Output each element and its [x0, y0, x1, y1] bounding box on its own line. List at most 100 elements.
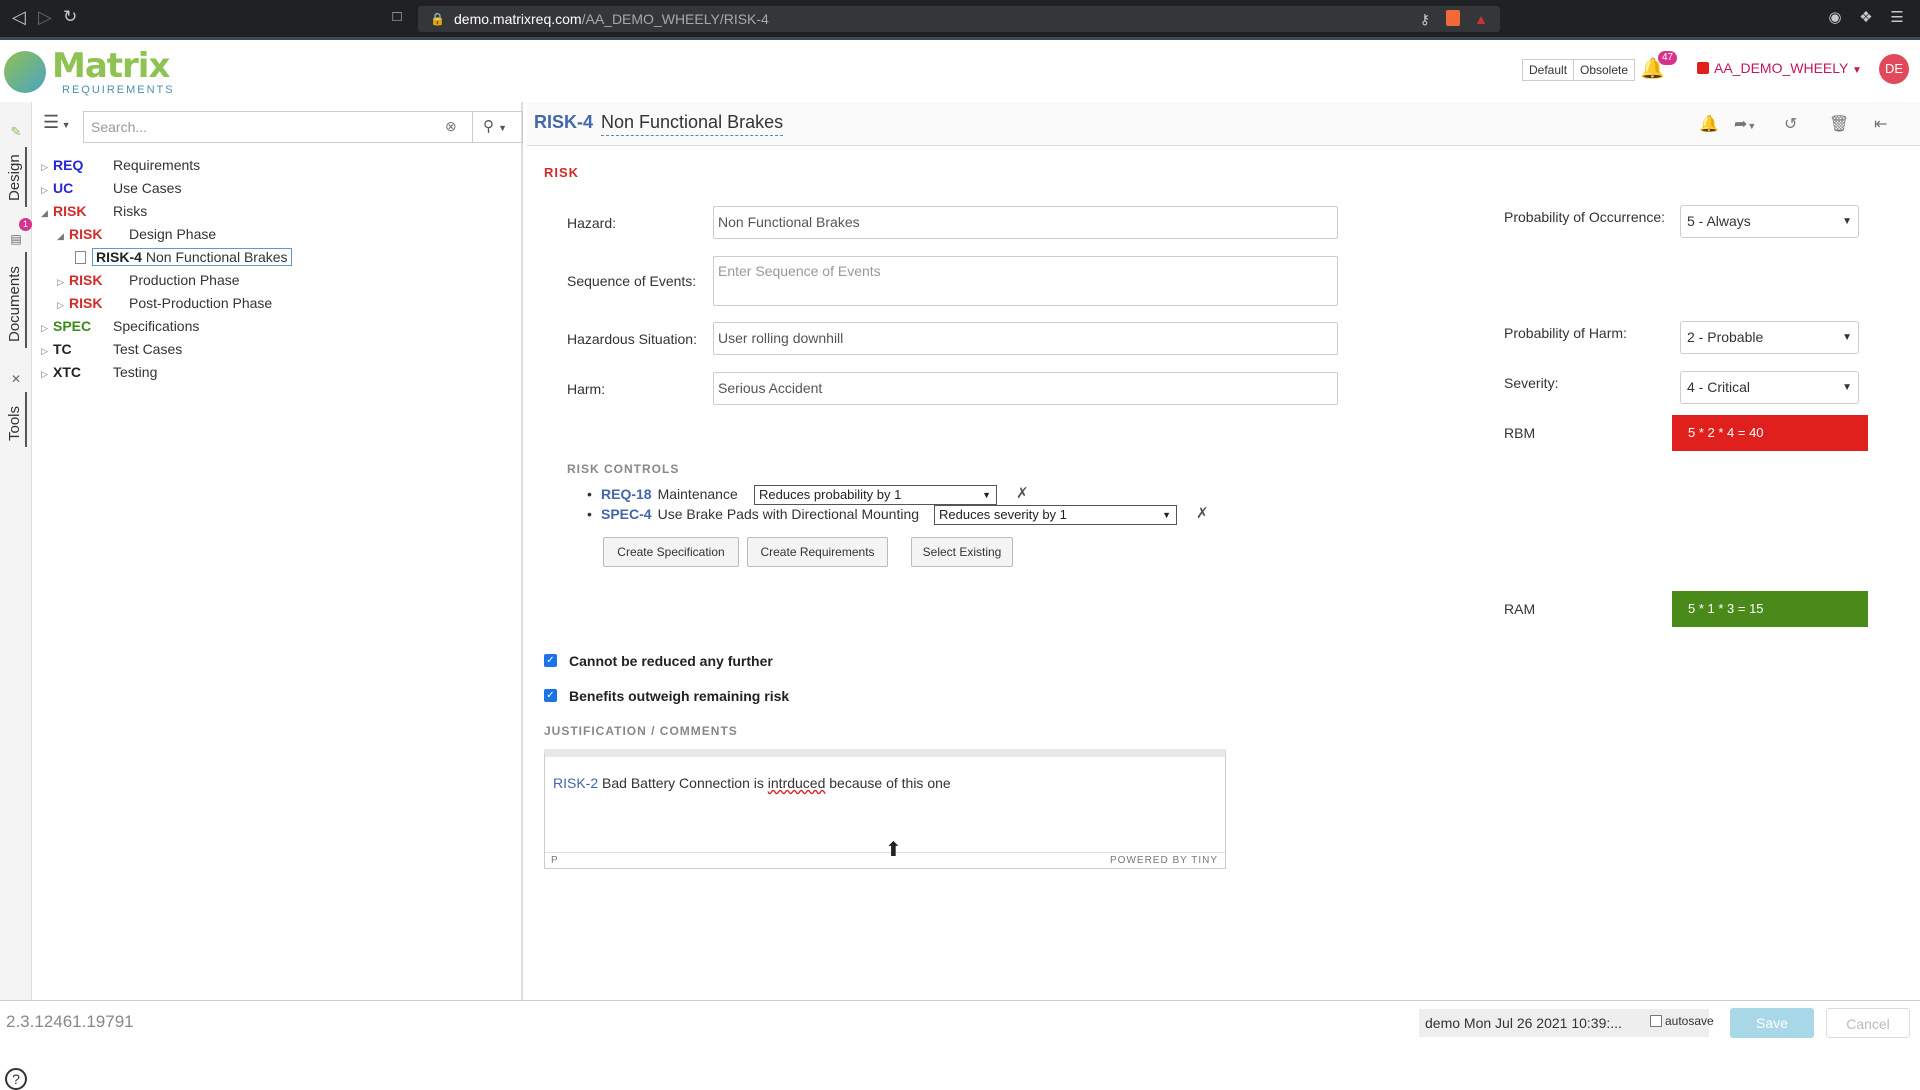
chevron-down-icon: ▼: [1162, 510, 1171, 520]
delete-icon[interactable]: 🗑: [1829, 114, 1849, 134]
project-color-icon: [1697, 62, 1709, 74]
lock-icon: 🔒: [430, 12, 445, 26]
watch-bell-icon[interactable]: 🔔: [1699, 114, 1719, 134]
unlink-icon[interactable]: ✗: [1016, 484, 1029, 502]
tree-item-post-production-phase[interactable]: ▷ RISK Post-Production Phase: [57, 292, 272, 314]
documents-badge: 1: [19, 218, 32, 231]
project-selector[interactable]: AA_DEMO_WHEELY ▼: [1697, 60, 1862, 76]
url-path: /AA_DEMO_WHEELY/RISK-4: [581, 11, 769, 27]
severity-label: Severity:: [1504, 375, 1559, 391]
harm-label: Harm:: [567, 381, 606, 397]
risk-control-link[interactable]: SPEC-4: [601, 506, 652, 522]
autosave-toggle[interactable]: autosave: [1650, 1014, 1714, 1028]
browser-toolbar: ◁ ▷ ↻ □ 🔒 demo.matrixreq.com/AA_DEMO_WHE…: [0, 0, 1920, 37]
risk-control-effect-select[interactable]: Reduces severity by 1 ▼: [934, 505, 1177, 525]
item-title-bar: RISK-4 Non Functional Brakes 🔔 ➦▼ ↺ 🗑 ⇤: [527, 102, 1920, 146]
powered-by-tiny: POWERED BY TINY: [1110, 855, 1218, 866]
search-input[interactable]: Search...: [83, 111, 473, 143]
autosave-checkbox[interactable]: [1650, 1015, 1662, 1027]
tree-item-risks[interactable]: ◢ RISK Risks: [41, 200, 147, 222]
logo-text: Matrix: [52, 46, 170, 86]
item-id: RISK-4: [534, 112, 594, 132]
tree-item-risk-4[interactable]: RISK-4 Non Functional Brakes: [75, 246, 292, 268]
risk-control-effect-select[interactable]: Reduces probability by 1 ▼: [754, 485, 997, 505]
project-name: AA_DEMO_WHEELY: [1714, 60, 1849, 76]
url-host: demo.matrixreq.com: [454, 11, 582, 27]
benefits-checkbox[interactable]: ✓: [544, 689, 557, 702]
sequence-input[interactable]: Enter Sequence of Events: [713, 256, 1338, 306]
default-filter-button[interactable]: Default: [1522, 59, 1575, 81]
tree-item-use-cases[interactable]: ▷ UC Use Cases: [41, 177, 181, 199]
bookmark-icon[interactable]: □: [388, 8, 406, 26]
ram-label: RAM: [1504, 601, 1536, 617]
forward-icon[interactable]: ▷: [38, 7, 52, 28]
harm-input[interactable]: Serious Accident: [713, 372, 1338, 405]
back-icon[interactable]: ◁: [12, 7, 26, 28]
user-avatar[interactable]: DE: [1879, 54, 1909, 84]
hazard-input[interactable]: Non Functional Brakes: [713, 206, 1338, 239]
documents-icon: ▤: [10, 232, 22, 246]
share-icon[interactable]: ➦▼: [1734, 114, 1756, 134]
help-icon[interactable]: ?: [5, 1068, 27, 1090]
hazard-label: Hazard:: [567, 215, 617, 231]
create-specification-button[interactable]: Create Specification: [603, 537, 739, 567]
tree-options-icon[interactable]: ☰ ▼: [43, 112, 71, 133]
search-icon: ⚲: [483, 118, 494, 135]
editor-path: P: [551, 855, 558, 866]
collapse-icon[interactable]: ⇤: [1874, 114, 1887, 134]
justification-text: RISK-2 Bad Battery Connection is intrduc…: [553, 775, 951, 791]
sequence-label: Sequence of Events:: [567, 273, 697, 289]
tree-item-design-phase[interactable]: ◢ RISK Design Phase: [57, 223, 216, 245]
benefits-label: Benefits outweigh remaining risk: [569, 688, 790, 704]
prob-harm-label: Probability of Harm:: [1504, 325, 1627, 341]
risk-controls-title: RISK CONTROLS: [567, 462, 680, 476]
obsolete-filter-button[interactable]: Obsolete: [1573, 59, 1636, 81]
section-title-risk: RISK: [544, 165, 580, 180]
cannot-reduce-checkbox[interactable]: ✓: [544, 654, 557, 667]
rbm-label: RBM: [1504, 425, 1536, 441]
tree-item-testing[interactable]: ▷ XTC Testing: [41, 361, 157, 383]
hazardous-situation-label: Hazardous Situation:: [567, 331, 697, 347]
puzzle-icon[interactable]: ❖: [1857, 8, 1875, 26]
brave-rewards-icon[interactable]: ▲: [1474, 6, 1488, 32]
occurrence-select[interactable]: 5 - Always ▼: [1680, 205, 1859, 238]
tab-tools[interactable]: Tools: [4, 392, 27, 447]
chevron-down-icon: ▼: [982, 490, 991, 500]
brave-shield-icon[interactable]: [1446, 10, 1460, 26]
tab-design[interactable]: Design: [4, 147, 27, 207]
reload-icon[interactable]: ↻: [63, 7, 77, 27]
tree-item-requirements[interactable]: ▷ REQ Requirements: [41, 154, 200, 176]
history-icon[interactable]: ↺: [1784, 114, 1797, 134]
severity-select[interactable]: 4 - Critical ▼: [1680, 371, 1859, 404]
prob-harm-select[interactable]: 2 - Probable ▼: [1680, 321, 1859, 354]
create-requirements-button[interactable]: Create Requirements: [747, 537, 888, 567]
hazardous-situation-input[interactable]: User rolling downhill: [713, 322, 1338, 355]
cancel-button[interactable]: Cancel: [1826, 1008, 1910, 1038]
risk-control-row: • REQ-18 Maintenance: [587, 486, 738, 502]
ram-score: 5 * 1 * 3 = 15: [1672, 591, 1868, 627]
search-button[interactable]: ⚲ ▼: [473, 111, 523, 143]
unlink-icon[interactable]: ✗: [1196, 504, 1209, 522]
save-button[interactable]: Save: [1730, 1008, 1814, 1038]
risk-2-link[interactable]: RISK-2: [553, 775, 598, 791]
tree-item-specifications[interactable]: ▷ SPEC Specifications: [41, 315, 199, 337]
tree-item-production-phase[interactable]: ▷ RISK Production Phase: [57, 269, 240, 291]
tools-icon: ✕: [10, 372, 22, 386]
key-icon[interactable]: ⚷: [1420, 6, 1430, 32]
status-bar: 2.3.12461.19791 demo Mon Jul 26 2021 10:…: [0, 1000, 1920, 1044]
address-bar[interactable]: 🔒 demo.matrixreq.com/AA_DEMO_WHEELY/RISK…: [418, 6, 1500, 32]
chevron-down-icon: ▼: [1842, 216, 1852, 227]
extension-icon[interactable]: ◉: [1826, 8, 1844, 26]
document-icon: [75, 251, 86, 264]
risk-control-row: • SPEC-4 Use Brake Pads with Directional M…: [587, 506, 920, 522]
select-existing-button[interactable]: Select Existing: [911, 537, 1013, 567]
item-title[interactable]: Non Functional Brakes: [601, 112, 784, 136]
tab-documents[interactable]: Documents: [4, 252, 27, 348]
tree-item-test-cases[interactable]: ▷ TC Test Cases: [41, 338, 182, 360]
menu-icon[interactable]: ☰: [1888, 8, 1906, 26]
risk-control-link[interactable]: REQ-18: [601, 486, 652, 502]
clear-search-icon[interactable]: ⊗: [445, 118, 457, 135]
version-label: 2.3.12461.19791: [6, 1012, 134, 1031]
chevron-down-icon: ▼: [1842, 382, 1852, 393]
item-panel: RISK-4 Non Functional Brakes 🔔 ➦▼ ↺ 🗑 ⇤ …: [527, 102, 1920, 1000]
